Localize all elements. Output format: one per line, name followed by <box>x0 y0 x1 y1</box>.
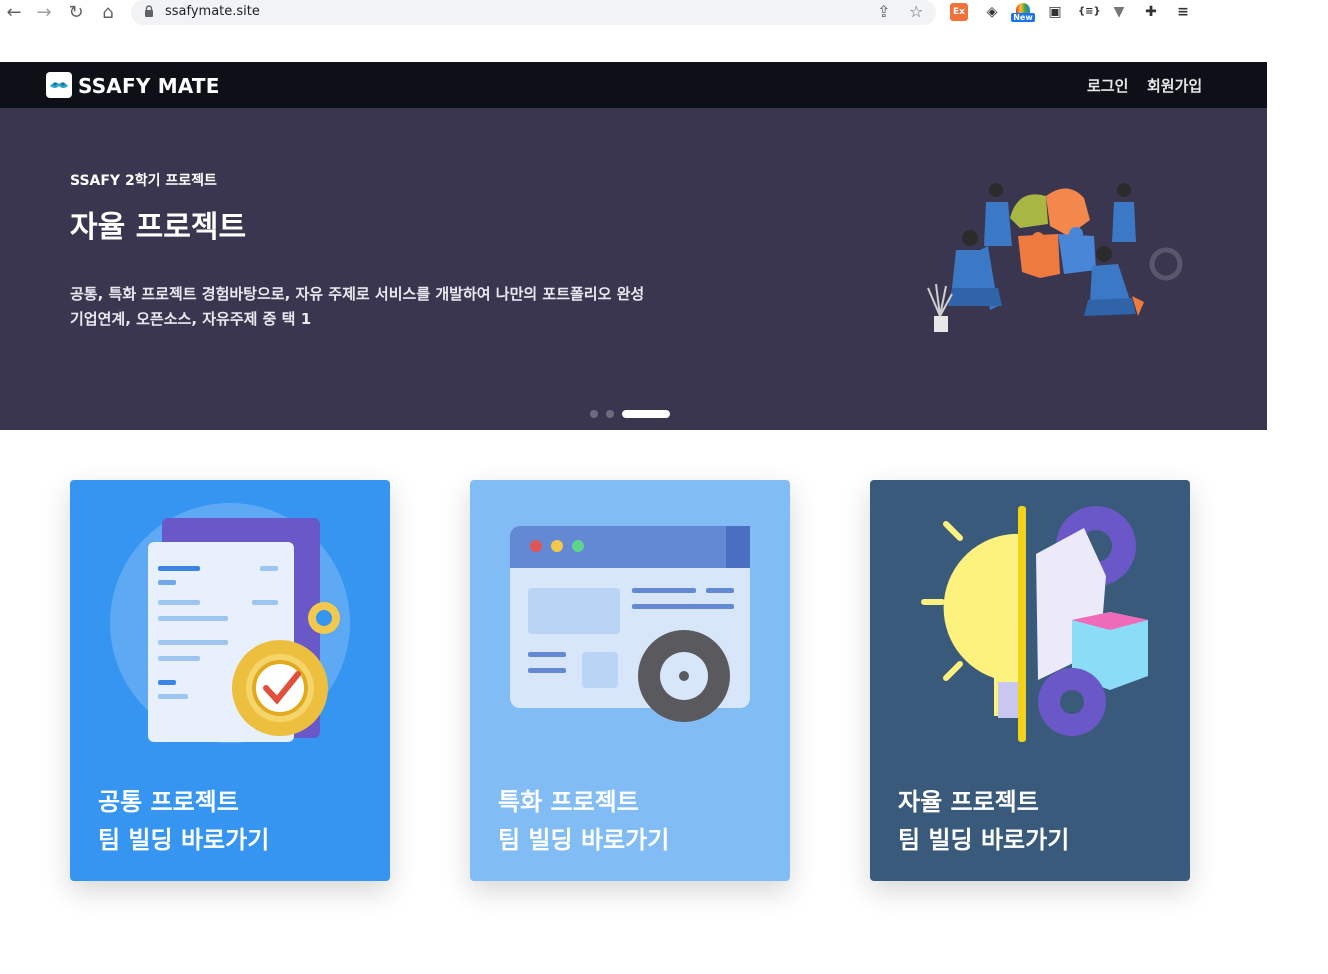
browser-gear-illustration <box>510 526 750 722</box>
card-link-text: 팀 빌딩 바로가기 <box>498 826 670 854</box>
extension-layers-icon[interactable]: ◈ <box>983 3 1001 21</box>
card-title: 특화 프로젝트 <box>498 788 639 816</box>
extension-player-icon[interactable]: ▣ <box>1046 3 1064 21</box>
logo-text[interactable]: SSAFY MATE <box>78 74 220 98</box>
lightbulb-gears-illustration <box>921 506 1148 742</box>
reload-icon[interactable]: ↻ <box>64 2 88 24</box>
carousel-dot[interactable] <box>590 410 598 418</box>
forward-icon[interactable]: → <box>32 2 56 24</box>
common-project-card[interactable]: 공통 프로젝트 팀 빌딩 바로가기 <box>70 480 390 881</box>
card-title: 공통 프로젝트 <box>98 788 239 816</box>
hero-description-line: 공통, 특화 프로젝트 경험바탕으로, 자유 주제로 서비스를 개발하여 나만의… <box>70 285 645 303</box>
team-puzzle-illustration <box>927 183 1183 332</box>
hero-title: 자율 프로젝트 <box>70 210 247 245</box>
url-text: ssafymate.site <box>165 4 260 19</box>
extension-ex-icon[interactable]: Ex <box>950 3 968 21</box>
login-link[interactable]: 로그인 <box>1087 75 1128 96</box>
hero-description: 공통, 특화 프로젝트 경험바탕으로, 자유 주제로 서비스를 개발하여 나만의… <box>70 282 644 332</box>
extension-vue-icon[interactable]: ▼ <box>1110 3 1128 21</box>
browser-toolbar: ← → ↻ ⌂ ssafymate.site ⇪ ☆ Ex ◈ New ▣ {≡… <box>0 0 1328 28</box>
autonomous-project-card[interactable]: 자율 프로젝트 팀 빌딩 바로가기 <box>870 480 1190 881</box>
address-bar[interactable]: ssafymate.site ⇪ ☆ <box>131 0 936 25</box>
card-title: 자율 프로젝트 <box>898 788 1039 816</box>
carousel-dot[interactable] <box>606 410 614 418</box>
extension-new-icon[interactable]: New <box>1011 3 1035 22</box>
bookmark-star-icon[interactable]: ☆ <box>909 2 923 21</box>
hero-carousel: SSAFY 2학기 프로젝트 자율 프로젝트 공통, 특화 프로젝트 경험바탕으… <box>0 108 1267 430</box>
signup-link[interactable]: 회원가입 <box>1147 75 1202 96</box>
card-link-text: 팀 빌딩 바로가기 <box>898 826 1070 854</box>
logo-icon[interactable] <box>46 72 72 98</box>
lock-icon <box>145 5 153 17</box>
reading-list-icon[interactable]: ≡ <box>1174 3 1192 21</box>
extension-braces-icon[interactable]: {≡} <box>1078 3 1101 21</box>
card-link-text: 팀 빌딩 바로가기 <box>98 826 270 854</box>
hero-subtitle: SSAFY 2학기 프로젝트 <box>70 173 217 189</box>
site-header: SSAFY MATE 로그인 회원가입 <box>0 62 1267 108</box>
back-icon[interactable]: ← <box>2 2 26 24</box>
extensions-puzzle-icon[interactable]: ✚ <box>1142 3 1160 21</box>
document-checklist-illustration <box>110 503 350 743</box>
hero-description-line: 기업연계, 오픈소스, 자유주제 중 택 1 <box>70 310 312 328</box>
home-icon[interactable]: ⌂ <box>96 2 120 24</box>
carousel-dot-active[interactable] <box>622 410 670 418</box>
new-badge: New <box>1011 13 1035 22</box>
specialized-project-card[interactable]: 특화 프로젝트 팀 빌딩 바로가기 <box>470 480 790 881</box>
share-icon[interactable]: ⇪ <box>877 2 890 21</box>
